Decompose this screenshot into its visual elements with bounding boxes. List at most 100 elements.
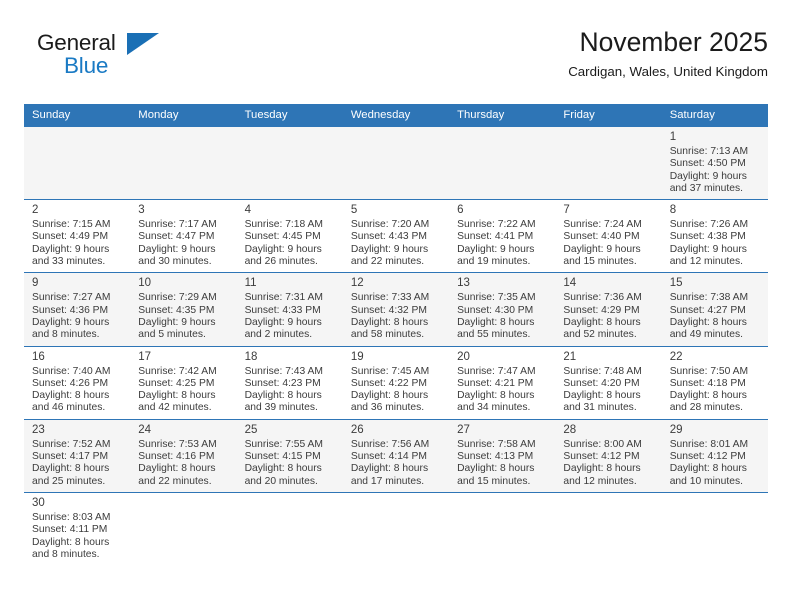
calendar-cell-content: 16 Sunrise: 7:40 AM Sunset: 4:26 PM Dayligh… <box>24 347 130 419</box>
calendar-cell-content: 12 Sunrise: 7:33 AM Sunset: 4:32 PM Dayligh… <box>343 274 449 346</box>
calendar-day-cell[interactable]: 13 Sunrise: 7:35 AM Sunset: 4:30 PM Dayligh… <box>449 272 556 347</box>
calendar-day-cell[interactable]: 4 Sunrise: 7:18 AM Sunset: 4:45 PM Daylight… <box>236 199 343 273</box>
sunset-text: Sunset: 4:23 PM <box>244 377 321 389</box>
daylight-text-line1: Daylight: 8 hours <box>669 463 747 475</box>
calendar-cell-content: 9 Sunrise: 7:27 AM Sunset: 4:36 PM Daylight… <box>24 274 130 346</box>
calendar-cell-content: 23 Sunrise: 7:52 AM Sunset: 4:17 PM Dayligh… <box>24 420 130 492</box>
daylight-text-line2: and 28 minutes. <box>669 402 743 414</box>
day-number: 25 <box>244 423 258 436</box>
day-number: 19 <box>350 350 364 363</box>
calendar-day-cell[interactable]: 8 Sunrise: 7:26 AM Sunset: 4:38 PM Daylight… <box>661 199 768 273</box>
calendar-day-cell[interactable]: 14 Sunrise: 7:36 AM Sunset: 4:29 PM Dayligh… <box>555 272 662 347</box>
general-blue-logo[interactable]: General Blue <box>37 30 227 86</box>
calendar-day-cell[interactable]: 11 Sunrise: 7:31 AM Sunset: 4:33 PM Dayligh… <box>236 272 343 347</box>
day-number: 14 <box>563 277 577 290</box>
page-title: November 2025 <box>579 27 768 57</box>
day-number: 1 <box>669 131 677 143</box>
sunrise-text: Sunrise: 7:20 AM <box>350 219 430 231</box>
calendar-day-cell[interactable]: 1 Sunrise: 7:13 AM Sunset: 4:50 PM Daylight… <box>661 125 768 200</box>
daylight-text-line2: and 58 minutes. <box>350 329 425 341</box>
calendar-cell-content: 2 Sunrise: 7:15 AM Sunset: 4:49 PM Daylight… <box>24 201 130 273</box>
calendar-day-cell[interactable]: 28 Sunrise: 8:00 AM Sunset: 4:12 PM Dayligh… <box>555 418 662 493</box>
calendar-day-cell[interactable]: 17 Sunrise: 7:42 AM Sunset: 4:25 PM Dayligh… <box>130 345 237 420</box>
day-number: 17 <box>138 350 152 363</box>
calendar-page: General Blue November 2025 Cardigan, Wal… <box>0 0 792 612</box>
day-number: 9 <box>32 277 39 290</box>
calendar-cell-content: 4 Sunrise: 7:18 AM Sunset: 4:45 PM Daylight… <box>237 201 343 273</box>
calendar-cell-content: 20 Sunrise: 7:47 AM Sunset: 4:21 PM Dayligh… <box>449 347 555 419</box>
weekday-header-monday: Monday <box>130 104 237 127</box>
daylight-text-line1: Daylight: 9 hours <box>32 316 110 328</box>
sunset-text: Sunset: 4:38 PM <box>669 231 746 243</box>
day-number: 7 <box>563 204 570 217</box>
sunset-text: Sunset: 4:12 PM <box>669 451 746 463</box>
calendar-cell-empty <box>236 125 343 200</box>
calendar-cell-content: 7 Sunrise: 7:24 AM Sunset: 4:40 PM Daylight… <box>555 201 661 273</box>
sunset-text: Sunset: 4:11 PM <box>32 524 108 536</box>
sunrise-text: Sunrise: 8:01 AM <box>669 438 749 450</box>
calendar-day-cell[interactable]: 29 Sunrise: 8:01 AM Sunset: 4:12 PM Dayligh… <box>661 418 768 493</box>
daylight-text-line2: and 52 minutes. <box>563 329 637 341</box>
daylight-text-line1: Daylight: 8 hours <box>32 536 110 548</box>
sunrise-text: Sunrise: 8:00 AM <box>563 438 642 450</box>
daylight-text-line1: Daylight: 9 hours <box>457 243 535 255</box>
sunrise-text: Sunrise: 7:53 AM <box>138 438 217 450</box>
calendar-day-cell[interactable]: 25 Sunrise: 7:55 AM Sunset: 4:15 PM Dayligh… <box>236 418 343 493</box>
calendar-cell-content: 17 Sunrise: 7:42 AM Sunset: 4:25 PM Dayligh… <box>130 347 236 419</box>
calendar-day-cell[interactable]: 10 Sunrise: 7:29 AM Sunset: 4:35 PM Dayligh… <box>130 272 237 347</box>
daylight-text-line2: and 22 minutes. <box>350 256 425 268</box>
calendar-day-cell[interactable]: 16 Sunrise: 7:40 AM Sunset: 4:26 PM Dayligh… <box>24 345 131 420</box>
sunset-text: Sunset: 4:49 PM <box>32 231 109 243</box>
calendar-day-cell[interactable]: 3 Sunrise: 7:17 AM Sunset: 4:47 PM Daylight… <box>130 199 237 273</box>
calendar-day-cell[interactable]: 2 Sunrise: 7:15 AM Sunset: 4:49 PM Daylight… <box>24 199 131 273</box>
page-subtitle-location: Cardigan, Wales, United Kingdom <box>568 64 768 79</box>
sunset-text: Sunset: 4:12 PM <box>563 451 640 463</box>
daylight-text-line1: Daylight: 8 hours <box>244 390 322 402</box>
sunset-text: Sunset: 4:21 PM <box>457 377 534 389</box>
daylight-text-line1: Daylight: 8 hours <box>138 390 216 402</box>
calendar-day-cell[interactable]: 27 Sunrise: 7:58 AM Sunset: 4:13 PM Dayligh… <box>449 418 556 493</box>
day-number: 13 <box>457 277 470 290</box>
calendar-day-cell[interactable]: 15 Sunrise: 7:38 AM Sunset: 4:27 PM Dayligh… <box>661 272 768 347</box>
sunset-text: Sunset: 4:47 PM <box>138 231 215 243</box>
calendar-day-cell[interactable]: 9 Sunrise: 7:27 AM Sunset: 4:36 PM Daylight… <box>24 272 131 347</box>
calendar-day-cell[interactable]: 19 Sunrise: 7:45 AM Sunset: 4:22 PM Dayligh… <box>342 345 450 420</box>
daylight-text-line2: and 55 minutes. <box>457 329 531 341</box>
daylight-text-line2: and 15 minutes. <box>457 475 531 487</box>
calendar-day-cell[interactable]: 21 Sunrise: 7:48 AM Sunset: 4:20 PM Dayligh… <box>555 345 662 420</box>
day-number: 11 <box>244 277 257 290</box>
daylight-text-line2: and 25 minutes. <box>32 475 106 487</box>
weekday-header-wednesday: Wednesday <box>342 104 450 127</box>
calendar-day-cell[interactable]: 24 Sunrise: 7:53 AM Sunset: 4:16 PM Dayligh… <box>130 418 237 493</box>
daylight-text-line1: Daylight: 9 hours <box>669 170 747 182</box>
calendar-week-row: 30 Sunrise: 8:03 AM Sunset: 4:11 PM Dayligh… <box>24 491 768 566</box>
calendar-cell-content: 26 Sunrise: 7:56 AM Sunset: 4:14 PM Dayligh… <box>343 420 449 492</box>
daylight-text-line1: Daylight: 8 hours <box>669 390 747 402</box>
calendar-day-cell[interactable]: 12 Sunrise: 7:33 AM Sunset: 4:32 PM Dayligh… <box>342 272 450 347</box>
sunrise-text: Sunrise: 7:48 AM <box>563 365 642 377</box>
calendar-day-cell[interactable]: 7 Sunrise: 7:24 AM Sunset: 4:40 PM Daylight… <box>555 199 662 273</box>
calendar-week-row: 16 Sunrise: 7:40 AM Sunset: 4:26 PM Dayligh… <box>24 345 768 420</box>
calendar-cell-content: 3 Sunrise: 7:17 AM Sunset: 4:47 PM Daylight… <box>130 201 236 273</box>
calendar-cell-content: 14 Sunrise: 7:36 AM Sunset: 4:29 PM Dayligh… <box>555 274 661 346</box>
calendar-week-row: 1 Sunrise: 7:13 AM Sunset: 4:50 PM Daylight… <box>24 125 768 200</box>
daylight-text-line2: and 49 minutes. <box>669 329 743 341</box>
calendar-day-cell[interactable]: 5 Sunrise: 7:20 AM Sunset: 4:43 PM Daylight… <box>342 199 450 273</box>
calendar-cell-empty <box>236 491 343 566</box>
calendar-cell-content: 11 Sunrise: 7:31 AM Sunset: 4:33 PM Dayligh… <box>237 274 343 346</box>
calendar-day-cell[interactable]: 26 Sunrise: 7:56 AM Sunset: 4:14 PM Dayligh… <box>342 418 450 493</box>
title-block: November 2025 Cardigan, Wales, United Ki… <box>568 26 768 80</box>
calendar-cell-empty <box>449 491 556 566</box>
calendar-day-cell[interactable]: 6 Sunrise: 7:22 AM Sunset: 4:41 PM Daylight… <box>449 199 556 273</box>
day-number: 26 <box>350 423 364 436</box>
calendar-day-cell[interactable]: 20 Sunrise: 7:47 AM Sunset: 4:21 PM Dayligh… <box>449 345 556 420</box>
calendar-cell-empty <box>661 491 768 566</box>
calendar-day-cell[interactable]: 23 Sunrise: 7:52 AM Sunset: 4:17 PM Dayligh… <box>24 418 131 493</box>
calendar-day-cell[interactable]: 22 Sunrise: 7:50 AM Sunset: 4:18 PM Dayligh… <box>661 345 768 420</box>
day-number: 22 <box>669 350 683 363</box>
daylight-text-line2: and 33 minutes. <box>32 256 106 268</box>
weekday-header-saturday: Saturday <box>661 104 768 127</box>
calendar-day-cell[interactable]: 30 Sunrise: 8:03 AM Sunset: 4:11 PM Dayligh… <box>24 491 131 566</box>
daylight-text-line1: Daylight: 9 hours <box>350 243 429 255</box>
calendar-day-cell[interactable]: 18 Sunrise: 7:43 AM Sunset: 4:23 PM Dayligh… <box>236 345 343 420</box>
